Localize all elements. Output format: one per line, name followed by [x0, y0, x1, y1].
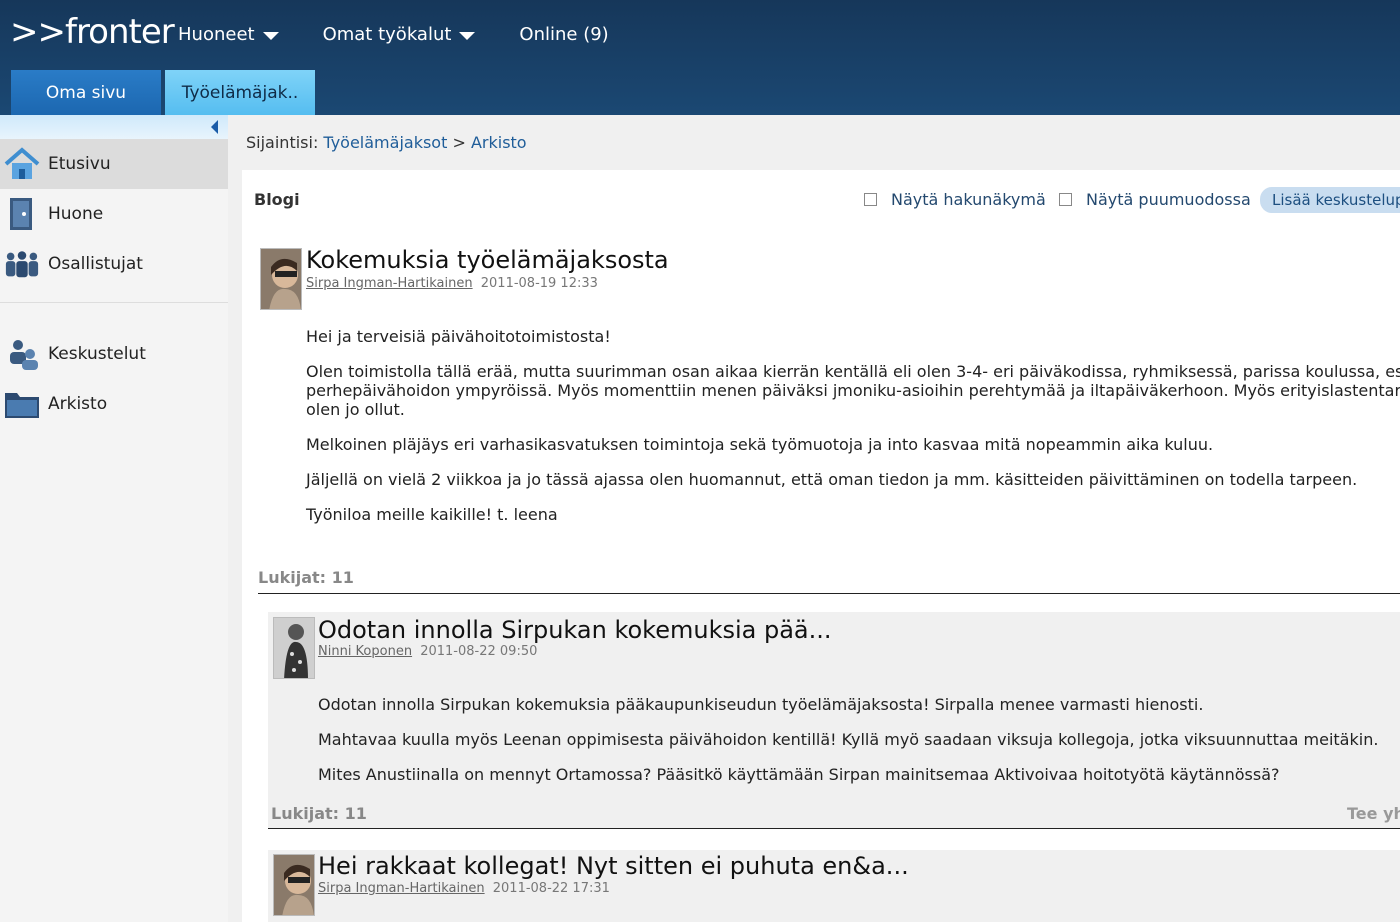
breadcrumb-link-arkisto[interactable]: Arkisto: [471, 133, 527, 152]
folder-icon: [4, 386, 40, 422]
reply-date: 2011-08-22 09:50: [420, 644, 538, 659]
sidebar-item-keskustelut[interactable]: Keskustelut: [0, 329, 228, 379]
breadcrumb-prefix: Sijaintisi:: [246, 133, 319, 152]
door-icon: [4, 196, 40, 232]
blog-label: Blogi: [254, 190, 300, 209]
sidebar-item-label: Huone: [48, 204, 104, 224]
home-icon: [4, 146, 40, 182]
sidebar-divider: [0, 302, 228, 303]
post-divider: [258, 593, 1400, 594]
reply-title[interactable]: Odotan innolla Sirpukan kokemuksia pää..…: [318, 616, 832, 644]
avatar: [273, 617, 315, 679]
sidebar-item-label: Arkisto: [48, 394, 108, 414]
search-view-option: Näytä hakunäkymä: [864, 190, 1046, 209]
post-author-link[interactable]: Sirpa Ingman-Hartikainen: [306, 276, 473, 291]
post-paragraph: Olen toimistolla tällä erää, mutta suuri…: [306, 362, 1400, 381]
nav-online[interactable]: Online (9): [519, 24, 608, 45]
search-view-checkbox[interactable]: [864, 193, 877, 206]
sidebar-item-arkisto[interactable]: Arkisto: [0, 379, 228, 429]
tree-view-label[interactable]: Näytä puumuodossa: [1086, 190, 1251, 209]
tab-bar: Oma sivu Työelämäjak..: [11, 70, 319, 115]
nav-huoneet[interactable]: Huoneet: [178, 24, 279, 45]
tab-oma-sivu[interactable]: Oma sivu: [11, 70, 161, 115]
reply-meta: Sirpa Ingman-Hartikainen 2011-08-22 17:3…: [318, 881, 610, 896]
reply-paragraph: Mahtavaa kuulla myös Leenan oppimisesta …: [318, 730, 1379, 749]
top-bar: >>fronter Huoneet Omat työkalut Online (…: [0, 0, 1400, 115]
reply-author-link[interactable]: Sirpa Ingman-Hartikainen: [318, 881, 485, 896]
nav-online-label: Online (9): [519, 24, 609, 45]
reply-author-link[interactable]: Ninni Koponen: [318, 644, 412, 659]
breadcrumb-separator: >: [452, 133, 466, 152]
post-title[interactable]: Kokemuksia työelämäjaksosta: [306, 246, 669, 274]
post-paragraph: olen jo ollut.: [306, 400, 405, 419]
nav-omat-tyokalut-label: Omat työkalut: [322, 24, 452, 45]
post-paragraph: Työniloa meille kaikille! t. leena: [306, 505, 558, 524]
sidebar-item-label: Etusivu: [48, 154, 111, 174]
post-paragraph: Hei ja terveisiä päivähoitotoimistosta!: [306, 327, 611, 346]
reply-body: Odotan innolla Sirpukan kokemuksia pääka…: [318, 695, 1378, 800]
reply-date: 2011-08-22 17:31: [492, 881, 610, 896]
post-paragraph: Melkoinen pläjäys eri varhasikasvatuksen…: [306, 435, 1214, 454]
discussion-icon: [4, 336, 40, 372]
post-date: 2011-08-19 12:33: [480, 276, 598, 291]
post-meta: Sirpa Ingman-Hartikainen 2011-08-19 12:3…: [306, 276, 598, 291]
chevron-down-icon: [262, 31, 279, 40]
nav-huoneet-label: Huoneet: [178, 24, 255, 45]
post-paragraph: perhepäivähoidon ympyröissä. Myös moment…: [306, 381, 1400, 400]
people-icon: [4, 246, 40, 282]
collapse-left-icon[interactable]: [211, 120, 218, 134]
avatar: [273, 854, 315, 916]
sidebar-item-huone[interactable]: Huone: [0, 189, 228, 239]
reply-post: Hei rakkaat kollegat! Nyt sitten ei puhu…: [268, 850, 1400, 922]
reply-readers-count: Lukijat: 11: [271, 804, 367, 823]
sidebar: Etusivu Huone Osallistujat Keskustelut A…: [0, 115, 228, 922]
search-view-label[interactable]: Näytä hakunäkymä: [891, 190, 1046, 209]
post-body: Hei ja terveisiä päivähoitotoimistosta! …: [306, 327, 1400, 540]
main-nav: Huoneet Omat työkalut Online (9): [178, 24, 653, 45]
sidebar-item-etusivu[interactable]: Etusivu: [0, 139, 228, 189]
add-discussion-button[interactable]: Lisää keskustelup: [1260, 187, 1400, 213]
post-paragraph: Jäljellä on vielä 2 viikkoa ja jo tässä …: [306, 470, 1358, 489]
tab-tyoelamajaksot[interactable]: Työelämäjak..: [165, 70, 315, 115]
summary-link[interactable]: Tee yhteenveto: [1347, 804, 1400, 823]
reply-paragraph: Odotan innolla Sirpukan kokemuksia pääka…: [318, 695, 1204, 714]
reply-title[interactable]: Hei rakkaat kollegat! Nyt sitten ei puhu…: [318, 852, 909, 880]
avatar: [260, 248, 302, 310]
reply-divider: [268, 828, 1400, 829]
reply-post: Odotan innolla Sirpukan kokemuksia pää..…: [268, 612, 1400, 828]
breadcrumb-link-tyoelamajaksot[interactable]: Työelämäjaksot: [323, 133, 447, 152]
tree-view-option: Näytä puumuodossa: [1059, 190, 1251, 209]
sidebar-item-label: Keskustelut: [48, 344, 146, 364]
sidebar-collapse-bar[interactable]: [0, 115, 228, 139]
nav-omat-tyokalut[interactable]: Omat työkalut: [323, 24, 476, 45]
reply-meta: Ninni Koponen 2011-08-22 09:50: [318, 644, 537, 659]
tree-view-checkbox[interactable]: [1059, 193, 1072, 206]
reply-paragraph: Mites Anustiinalla on mennyt Ortamossa? …: [318, 765, 1280, 784]
fronter-logo[interactable]: >>fronter: [10, 12, 175, 52]
sidebar-item-label: Osallistujat: [48, 254, 143, 274]
chevron-down-icon: [459, 31, 476, 40]
content-panel: Blogi Näytä hakunäkymä Näytä puumuodossa…: [242, 170, 1400, 922]
breadcrumb: Sijaintisi: Työelämäjaksot > Arkisto: [246, 133, 527, 152]
sidebar-item-osallistujat[interactable]: Osallistujat: [0, 239, 228, 289]
post-readers-count: Lukijat: 11: [258, 568, 354, 587]
